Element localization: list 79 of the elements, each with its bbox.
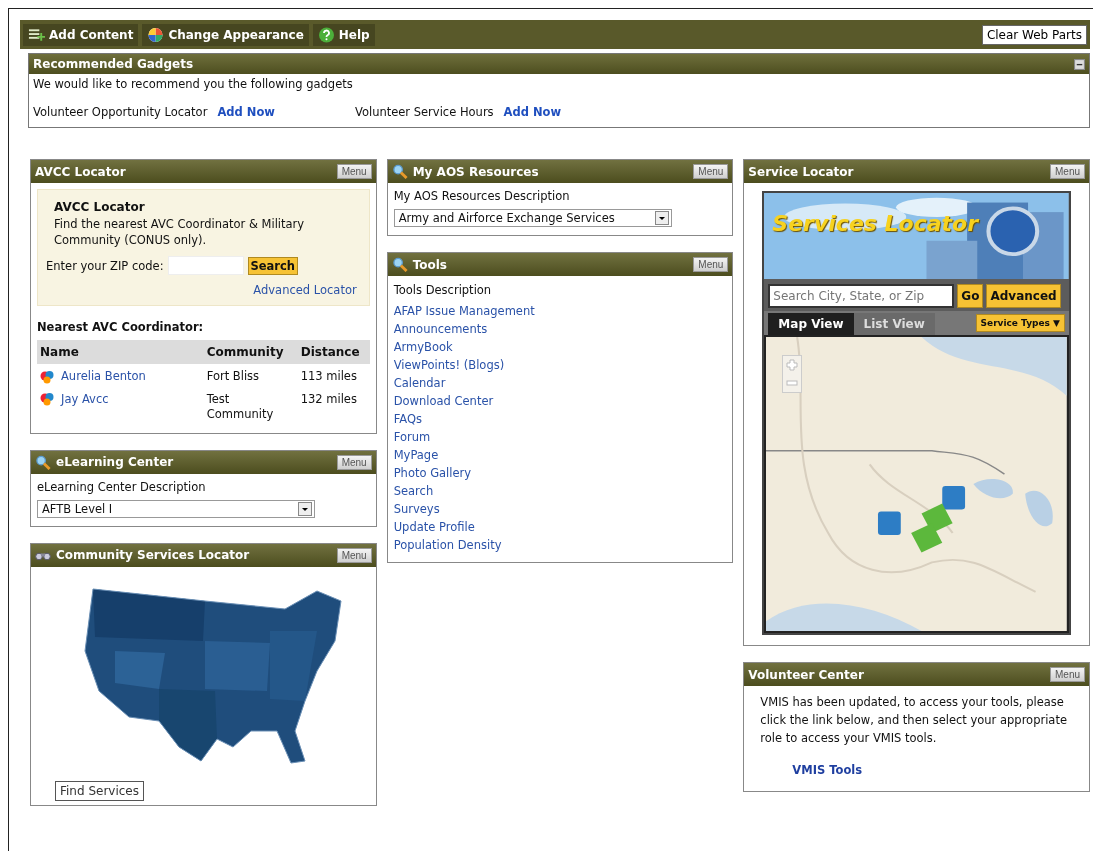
panel-title: Service Locator [748,164,855,179]
menu-button[interactable]: Menu [336,547,372,563]
banner-title: Services Locator [772,211,979,236]
box-title: AVCC Locator [54,200,146,214]
zip-label: Enter your ZIP code: [46,258,164,273]
go-button[interactable]: Go [957,284,984,308]
tool-link[interactable]: Download Center [393,392,494,410]
menu-button[interactable]: Menu [693,164,729,179]
palette-icon [147,26,165,43]
dropdown[interactable]: AFTB Level I [37,499,315,518]
table-cell: Test Community [206,391,274,421]
view-tab[interactable]: List View [853,313,935,335]
menu-button[interactable]: Menu [336,164,372,179]
person-icon [40,392,54,407]
table-cell: 132 miles [300,391,357,406]
column-header: Distance [299,344,361,362]
vmis-tools-link[interactable]: VMIS Tools [792,763,863,778]
tool-link[interactable]: ViewPoints! (Blogs) [393,356,505,374]
coordinator-link[interactable]: Jay Avcc [61,391,109,407]
panel-title: Community Services Locator [56,548,251,563]
menu-button[interactable]: Menu [1050,667,1085,682]
panel-title: Recommended Gadgets [33,57,194,71]
zoom-in-icon[interactable] [785,358,800,372]
panel-description: Tools Description [393,283,492,297]
tool-link[interactable]: Surveys [393,500,440,518]
advanced-locator-link[interactable]: Advanced Locator [253,283,357,298]
toolbar-button[interactable]: Help [312,23,375,46]
tool-link[interactable]: Calendar [393,374,446,392]
gadget-name: Volunteer Service Hours [354,105,494,119]
location-search-field[interactable]: Search City, State, or Zip [768,284,955,308]
tool-link[interactable]: Update Profile [393,518,475,536]
person-icon [40,369,54,384]
panel-description: eLearning Center Description [37,479,207,494]
column-header: Community [205,344,285,362]
dropdown[interactable]: Army and Airforce Exchange Services [393,209,672,227]
list-plus-icon [28,26,45,43]
tool-link[interactable]: ArmyBook [393,338,453,356]
toolbar-button[interactable]: Change Appearance [142,23,309,46]
help-icon [317,26,335,43]
menu-button[interactable]: Menu [336,454,372,470]
panel-title: eLearning Center [56,455,175,470]
menu-button[interactable]: Menu [693,257,729,272]
menu-button[interactable]: Menu [1050,164,1085,179]
toolbar-button[interactable]: Add Content [23,23,139,46]
panel-title: Tools [412,257,448,272]
find-services-button[interactable]: Find Services [55,780,144,801]
collapse-icon[interactable] [1074,58,1085,70]
view-tab[interactable]: Map View [768,313,854,335]
tool-link[interactable]: Photo Gallery [393,464,472,482]
magnifier-icon [391,257,408,272]
search-button[interactable]: Search [247,256,299,275]
column-header: Name [39,344,80,362]
zip-input[interactable] [167,256,244,276]
tool-link[interactable]: FAQs [393,410,422,428]
magnifier-icon [391,164,408,179]
table-cell: Fort Bliss [206,369,260,384]
tool-link[interactable]: MyPage [393,446,439,464]
add-now-link[interactable]: Add Now [217,105,275,119]
tool-link[interactable]: Search [393,482,434,500]
panel-title: Volunteer Center [748,667,865,682]
service-types-button[interactable]: Service Types ▼ [975,314,1065,332]
tool-link[interactable]: Forum [393,428,431,446]
tool-link[interactable]: AFAP Issue Management [393,302,535,320]
coordinator-link[interactable]: Aurelia Benton [61,369,146,384]
add-now-link[interactable]: Add Now [503,105,562,119]
recommend-text: We would like to recommend you the following gadgets [32,76,354,93]
gadget-name: Volunteer Opportunity Locator [33,105,208,119]
box-description: Find the nearest AVC Coordinator & Military Community (CONUS only). [54,217,306,249]
tool-link[interactable]: Population Density [393,536,502,554]
tool-link[interactable]: Announcements [393,320,488,338]
panel-title: AVCC Locator [35,164,127,179]
table-cell: 113 miles [300,369,357,384]
advanced-button[interactable]: Advanced [986,284,1061,308]
magnifier-icon [35,454,51,470]
panel-title: My AOS Resources [412,164,540,179]
volunteer-message: VMIS has been updated, to access your tools, please click the link below, and then select your appropriate role to access your VMIS tools. [760,694,1068,747]
section-title: Nearest AVC Coordinator: [37,320,205,335]
clear-web-parts-button[interactable]: Clear Web Parts [981,24,1087,45]
panel-description: My AOS Resources Description [393,189,571,203]
